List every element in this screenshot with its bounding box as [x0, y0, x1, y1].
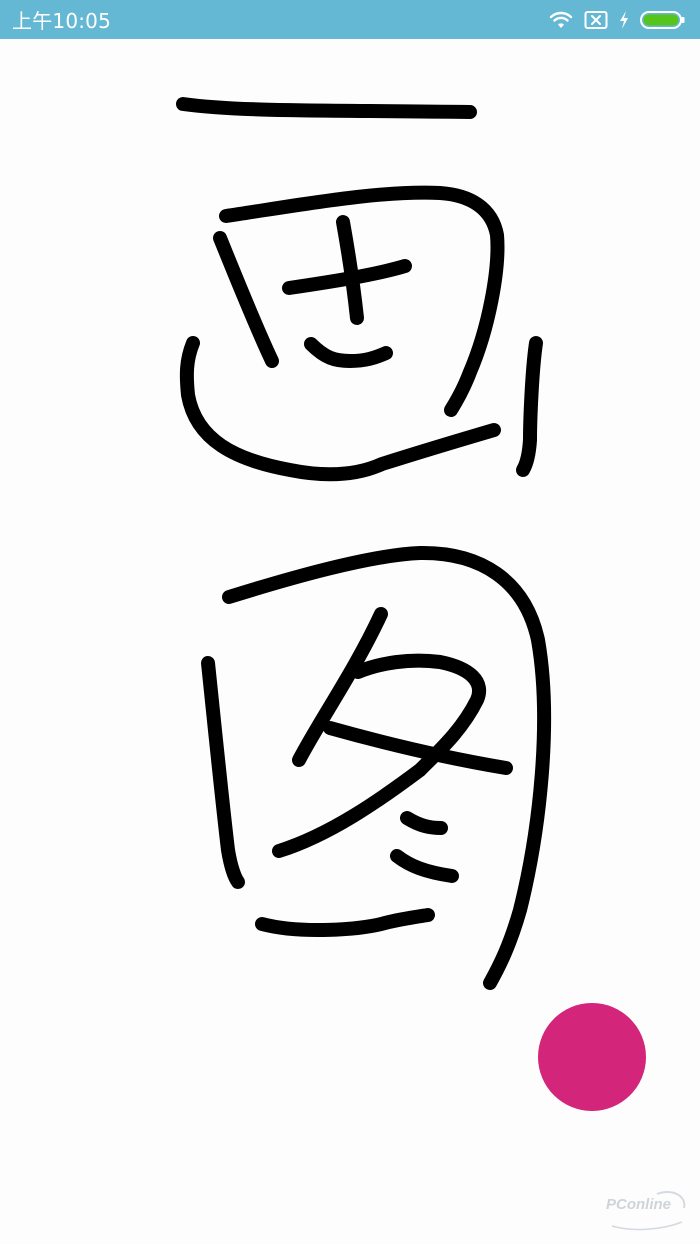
ink-stroke: [400, 811, 448, 835]
status-time: 上午10:05: [12, 9, 112, 33]
charging-bolt-icon: [618, 10, 630, 30]
ink-stroke: [390, 849, 459, 883]
watermark-text: PConline: [606, 1196, 672, 1213]
battery-icon: [640, 10, 686, 30]
drawing-app-screen: 上午10:05 PConline: [0, 0, 700, 1244]
watermark-logo: PConline: [602, 1186, 692, 1238]
ink-stroke: [255, 908, 435, 938]
ink-stroke: [201, 656, 245, 889]
status-icons: [548, 10, 686, 30]
ink-stroke: [516, 336, 543, 477]
sim-no-signal-icon: [584, 10, 608, 30]
status-bar: 上午10:05: [0, 0, 700, 39]
wifi-icon: [548, 10, 574, 30]
ink-stroke: [304, 337, 393, 368]
color-picker-button[interactable]: [538, 1003, 646, 1111]
ink-stroke: [336, 215, 364, 325]
ink-stroke: [213, 231, 279, 368]
ink-stroke: [176, 97, 477, 119]
ink-stroke: [323, 721, 513, 775]
